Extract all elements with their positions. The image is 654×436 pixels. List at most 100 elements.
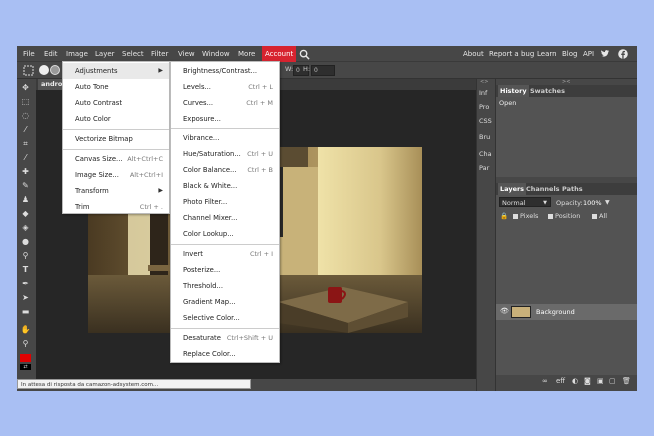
marquee-tool-icon[interactable] [23, 65, 34, 76]
menu-item-auto-tone[interactable]: Auto Tone [63, 79, 169, 95]
search-icon[interactable] [299, 49, 310, 60]
magic-wand-tool-icon[interactable]: ⁄ [20, 124, 31, 135]
link-api[interactable]: API [583, 46, 594, 62]
foreground-color-swatch[interactable] [20, 354, 31, 362]
shape-tool-icon[interactable]: ▬ [20, 306, 31, 317]
blur-tool-icon[interactable]: ● [20, 236, 31, 247]
panel-tab-info[interactable]: Inf [479, 89, 487, 97]
lock-all-option[interactable]: All [592, 212, 607, 220]
menu-item-channel-mixer[interactable]: Channel Mixer... [171, 210, 279, 226]
link-about[interactable]: About [463, 46, 484, 62]
menu-item-black-white[interactable]: Black & White... [171, 178, 279, 194]
expand-arrows-icon[interactable]: <> [480, 79, 488, 85]
opacity-value[interactable]: 100% [583, 199, 602, 207]
lock-position-option[interactable]: Position [548, 212, 580, 220]
dodge-tool-icon[interactable]: ⚲ [20, 250, 31, 261]
menu-item-threshold[interactable]: Threshold... [171, 278, 279, 294]
blend-mode-select[interactable]: Normal ▼ [499, 197, 551, 207]
menu-item-curves[interactable]: Curves... Ctrl + M [171, 95, 279, 111]
history-item[interactable]: Open [499, 99, 516, 107]
eyedropper-tool-icon[interactable]: ⁄ [20, 152, 31, 163]
menu-file[interactable]: File [23, 46, 35, 62]
eraser-tool-icon[interactable]: ◆ [20, 208, 31, 219]
menu-select[interactable]: Select [122, 46, 144, 62]
adjustment-layer-icon[interactable]: ◐ [572, 377, 578, 385]
link-blog[interactable]: Blog [562, 46, 577, 62]
tab-layers[interactable]: Layers [498, 183, 527, 195]
lock-pixels-checkbox[interactable] [513, 213, 518, 219]
trash-icon[interactable]: 🗑 [622, 377, 631, 385]
menu-item-posterize[interactable]: Posterize... [171, 262, 279, 278]
menu-item-exposure[interactable]: Exposure... [171, 111, 279, 127]
menu-item-trim[interactable]: Trim Ctrl + . [63, 199, 169, 215]
panel-tab-brush[interactable]: Bru [479, 133, 490, 141]
new-folder-icon[interactable]: ▣ [597, 377, 604, 385]
menu-item-transform[interactable]: Transform ▶ [63, 183, 169, 199]
tab-channels[interactable]: Channels [524, 183, 562, 195]
hand-tool-icon[interactable]: ✋ [20, 324, 31, 335]
fill-tool-icon[interactable]: ◈ [20, 222, 31, 233]
layer-effects-icon[interactable]: eff [556, 377, 565, 385]
lock-position-checkbox[interactable] [548, 213, 553, 219]
facebook-icon[interactable] [618, 49, 628, 59]
menu-item-gradient-map[interactable]: Gradient Map... [171, 294, 279, 310]
healing-brush-tool-icon[interactable]: ✚ [20, 166, 31, 177]
swap-colors-icon[interactable]: ⇄ [20, 364, 31, 370]
menu-item-brightness-contrast[interactable]: Brightness/Contrast... [171, 63, 279, 79]
menu-item-photo-filter[interactable]: Photo Filter... [171, 194, 279, 210]
type-tool-icon[interactable]: T [20, 264, 31, 275]
menu-item-auto-contrast[interactable]: Auto Contrast [63, 95, 169, 111]
menu-item-hue-saturation[interactable]: Hue/Saturation... Ctrl + U [171, 146, 279, 162]
menu-item-adjustments[interactable]: Adjustments ▶ [63, 63, 169, 79]
lock-pixels-option[interactable]: Pixels [513, 212, 538, 220]
menu-item-color-lookup[interactable]: Color Lookup... [171, 226, 279, 242]
menu-view[interactable]: View [178, 46, 195, 62]
path-select-tool-icon[interactable]: ➤ [20, 292, 31, 303]
menu-item-canvas-size[interactable]: Canvas Size... Alt+Ctrl+C [63, 151, 169, 167]
menu-item-auto-color[interactable]: Auto Color [63, 111, 169, 127]
menu-item-selective-color[interactable]: Selective Color... [171, 310, 279, 326]
brush-tool-icon[interactable]: ✎ [20, 180, 31, 191]
menu-image[interactable]: Image [66, 46, 88, 62]
panel-tab-character[interactable]: Cha [479, 150, 492, 158]
menu-edit[interactable]: Edit [44, 46, 58, 62]
mask-icon[interactable]: ◙ [584, 377, 591, 385]
lasso-tool-icon[interactable]: ◌ [20, 110, 31, 121]
link-layers-icon[interactable]: ∞ [542, 377, 548, 385]
menu-account[interactable]: Account [262, 46, 297, 62]
crop-tool-icon[interactable]: ⌗ [20, 138, 31, 149]
menu-item-color-balance[interactable]: Color Balance... Ctrl + B [171, 162, 279, 178]
menu-layer[interactable]: Layer [95, 46, 115, 62]
clone-stamp-tool-icon[interactable]: ♟ [20, 194, 31, 205]
menu-filter[interactable]: Filter [151, 46, 168, 62]
pen-tool-icon[interactable]: ✒ [20, 278, 31, 289]
link-report-bug[interactable]: Report a bug [489, 46, 534, 62]
visibility-eye-icon[interactable]: 👁 [500, 307, 509, 315]
menu-item-vibrance[interactable]: Vibrance... [171, 130, 279, 146]
panel-tab-paragraph[interactable]: Par [479, 164, 489, 172]
zoom-tool-icon[interactable]: ⚲ [20, 338, 31, 349]
layer-row[interactable]: 👁 Background [496, 304, 637, 320]
menu-window[interactable]: Window [202, 46, 230, 62]
new-layer-icon[interactable]: ▢ [609, 377, 616, 385]
menu-item-vectorize-bitmap[interactable]: Vectorize Bitmap [63, 131, 169, 147]
lock-all-checkbox[interactable] [592, 213, 597, 219]
link-learn[interactable]: Learn [537, 46, 557, 62]
menu-item-levels[interactable]: Levels... Ctrl + L [171, 79, 279, 95]
twitter-icon[interactable] [600, 49, 610, 59]
tab-history[interactable]: History [498, 85, 529, 97]
panel-tab-css[interactable]: CSS [479, 117, 492, 125]
tab-swatches[interactable]: Swatches [528, 85, 567, 97]
menu-more[interactable]: More [238, 46, 255, 62]
selection-mode-new-icon[interactable] [39, 65, 49, 75]
menu-item-image-size[interactable]: Image Size... Alt+Ctrl+I [63, 167, 169, 183]
tab-paths[interactable]: Paths [560, 183, 585, 195]
marquee-tool-icon[interactable]: ⬚ [20, 96, 31, 107]
menu-item-invert[interactable]: Invert Ctrl + I [171, 246, 279, 262]
move-tool-icon[interactable]: ✥ [20, 82, 31, 93]
selection-mode-add-icon[interactable] [50, 65, 60, 75]
height-field[interactable]: 0 [311, 65, 335, 76]
panel-tab-properties[interactable]: Pro [479, 103, 489, 111]
menu-item-desaturate[interactable]: Desaturate Ctrl+Shift + U [171, 330, 279, 346]
menu-item-replace-color[interactable]: Replace Color... [171, 346, 279, 362]
